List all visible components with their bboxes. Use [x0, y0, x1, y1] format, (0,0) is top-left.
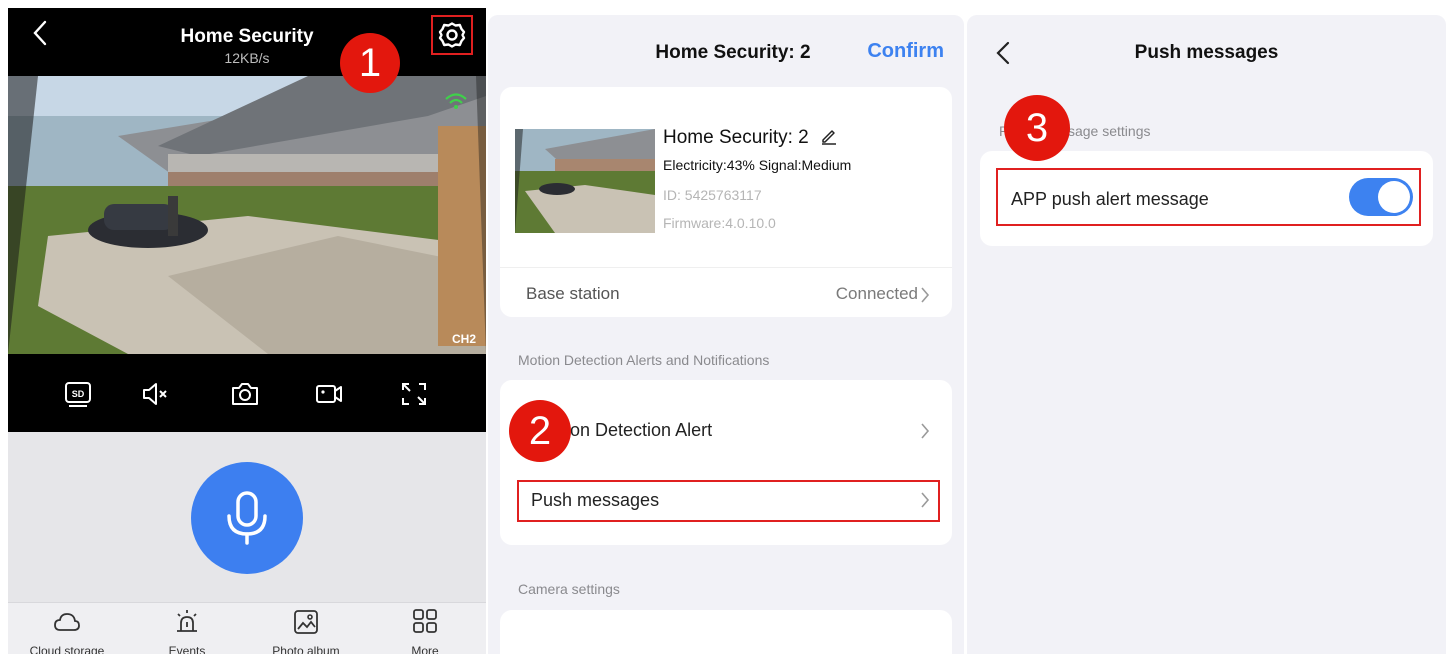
base-station-status[interactable]: Connected: [836, 284, 918, 304]
base-station-label[interactable]: Base station: [526, 284, 620, 304]
push-messages-highlight[interactable]: [517, 480, 940, 522]
toggle-knob: [1378, 181, 1410, 213]
device-settings-panel: Home Security: 2 Confirm Home Security: …: [488, 15, 964, 654]
nav-label: More: [411, 644, 439, 654]
grid-icon: [413, 609, 437, 633]
microphone-icon: [227, 491, 267, 545]
device-firmware: Firmware:4.0.10.0: [663, 215, 776, 231]
snapshot-icon[interactable]: [230, 380, 260, 408]
talk-area: [8, 432, 486, 602]
device-name-text: Home Security: 2: [663, 127, 809, 148]
chevron-right-icon[interactable]: [920, 287, 930, 303]
page-title: Home Security: [180, 26, 314, 47]
motion-detection-alert-label[interactable]: on Detection Alert: [570, 420, 712, 441]
mute-icon[interactable]: [140, 380, 170, 408]
svg-text:SD: SD: [72, 389, 85, 399]
gear-icon: [438, 22, 466, 48]
step-badge-1: 1: [340, 33, 400, 93]
app-push-alert-toggle[interactable]: [1349, 178, 1413, 216]
thumbnail-image: [515, 129, 655, 233]
fullscreen-icon[interactable]: [399, 380, 429, 408]
device-id: ID: 5425763117: [663, 187, 762, 203]
cloud-icon: [54, 613, 80, 631]
bottom-navigation: Cloud storage Events Photo album More: [8, 602, 486, 654]
device-thumbnail[interactable]: [515, 129, 655, 233]
settings-button[interactable]: [431, 15, 473, 55]
camera-scene-image: [8, 76, 486, 354]
camera-video-feed[interactable]: CH2: [8, 76, 486, 354]
image-icon: [294, 610, 318, 634]
camera-settings-card[interactable]: [500, 610, 952, 654]
device-info-card: Home Security: 2 Electricity:43% Signal:…: [500, 87, 952, 317]
talk-button[interactable]: [191, 462, 303, 574]
page-title: Push messages: [1134, 42, 1279, 63]
wifi-signal-icon: [445, 93, 467, 109]
nav-label: Events: [168, 644, 206, 654]
nav-label: Cloud storage: [29, 644, 105, 654]
nav-label: Photo album: [272, 644, 340, 654]
nav-more[interactable]: More: [370, 609, 480, 654]
step-badge-2: 2: [509, 400, 571, 462]
record-icon[interactable]: [314, 380, 344, 408]
section-header-alerts: Motion Detection Alerts and Notification…: [518, 352, 770, 368]
chevron-right-icon[interactable]: [920, 423, 930, 439]
step-badge-3: 3: [1004, 95, 1070, 161]
section-header-end: sage settings: [1067, 123, 1151, 139]
bitrate-label: 12KB/s: [224, 50, 270, 66]
nav-events[interactable]: Events: [132, 609, 242, 654]
edit-pencil-icon[interactable]: [820, 127, 838, 145]
device-name: Home Security: 2: [663, 127, 838, 149]
channel-label: CH2: [451, 332, 476, 346]
app-push-alert-label: APP push alert message: [1011, 189, 1209, 209]
siren-icon: [177, 610, 197, 632]
live-view-header: Home Security 12KB/s: [8, 8, 486, 76]
sd-card-icon[interactable]: SD: [63, 380, 93, 408]
playback-control-bar: SD: [8, 354, 486, 432]
screenshot-stage: Home Security 12KB/s CH2 SD Cloud storag…: [0, 0, 1450, 654]
live-view-panel: Home Security 12KB/s CH2 SD Cloud storag…: [8, 8, 486, 654]
nav-photo-album[interactable]: Photo album: [251, 609, 361, 654]
confirm-button[interactable]: Confirm: [867, 40, 944, 63]
device-status: Electricity:43% Signal:Medium: [663, 157, 852, 173]
divider: [500, 267, 952, 268]
section-header-camera: Camera settings: [518, 581, 620, 597]
nav-cloud-storage[interactable]: Cloud storage: [12, 609, 122, 654]
